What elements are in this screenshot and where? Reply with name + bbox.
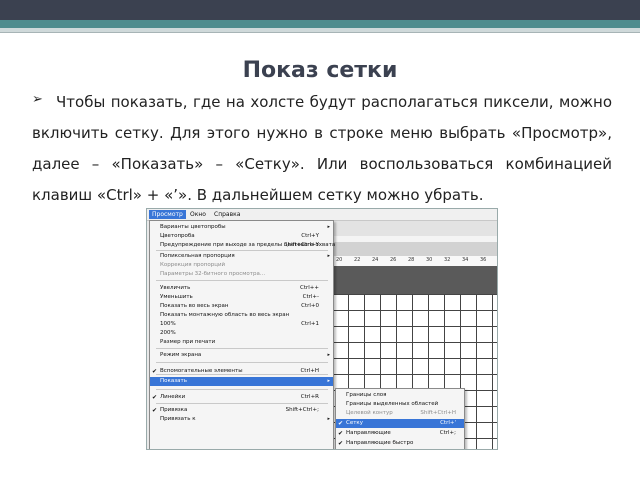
menu-item-label: Цветопроба xyxy=(160,233,195,239)
menu-item[interactable]: Режим экрана ▸ xyxy=(150,351,333,360)
menu-separator xyxy=(156,348,328,349)
menu-item[interactable]: Предупреждение при выходе за пределы цве… xyxy=(150,241,335,250)
menu-separator xyxy=(156,374,328,375)
menu-item-shortcut: Shift+Ctrl+H xyxy=(420,410,456,416)
menu-item-shortcut: Ctrl+- xyxy=(302,294,319,300)
menubar-item-window[interactable]: Окно xyxy=(187,210,209,219)
menu-item-label: Размер при печати xyxy=(160,339,216,345)
ruler-tick-label: 32 xyxy=(444,257,451,263)
checkmark-icon: ✔ xyxy=(338,440,344,447)
menu-item[interactable]: ✔ Направляющие Ctrl+; xyxy=(336,429,464,438)
menu-item-label: Попиксельная пропорция xyxy=(160,253,235,259)
menu-item[interactable]: Показать монтажную область во весь экран xyxy=(150,311,333,320)
menu-item[interactable]: Коррекция пропорций xyxy=(150,261,333,270)
photoshop-screenshot: 20 22 24 26 28 30 32 34 36 Просмотр Окно Справка… xyxy=(146,208,498,450)
menu-item-label: Сетку xyxy=(346,420,364,426)
ruler-tick-label: 34 xyxy=(462,257,469,263)
ruler-tick-label: 26 xyxy=(390,257,397,263)
checkmark-icon: ✔ xyxy=(152,394,158,401)
submenu-arrow-icon: ▸ xyxy=(327,378,330,384)
menu-item[interactable]: 100% Ctrl+1 xyxy=(150,320,333,329)
menu-item[interactable]: ✔ Сетку Ctrl+' xyxy=(336,419,464,428)
menu-separator xyxy=(156,389,328,390)
menu-item[interactable]: Варианты цветопробы ▸ xyxy=(150,223,333,232)
show-submenu: Границы слоя Границы выделенных областей Ц… xyxy=(335,388,465,449)
menu-item[interactable]: Уменьшить Ctrl+- xyxy=(150,293,333,302)
options-bar xyxy=(332,220,497,236)
menu-separator xyxy=(156,250,328,251)
checkmark-icon: ✔ xyxy=(338,430,344,437)
menu-separator xyxy=(156,280,328,281)
menu-item-label: Направляющие быстро xyxy=(346,440,414,446)
slide-paragraph: Чтобы показать, где на холсте будут расп… xyxy=(32,87,612,211)
menu-item-label: Границы слоя xyxy=(346,392,387,398)
menu-item-shortcut: Ctrl+0 xyxy=(301,303,319,309)
menu-item-shortcut: Shift+Ctrl+Y xyxy=(284,242,319,248)
top-dark-band xyxy=(0,0,640,20)
menu-item[interactable]: Целевой контур Shift+Ctrl+H xyxy=(336,409,464,418)
submenu-arrow-icon: ▸ xyxy=(327,224,330,230)
menu-item[interactable]: ✔ Линейки Ctrl+R xyxy=(150,393,333,402)
menu-item-shortcut: Ctrl+; xyxy=(439,430,456,436)
view-menu: Варианты цветопробы ▸ Цветопроба Ctrl+Y Пред… xyxy=(149,220,335,449)
menu-item-label: Параметры 32-битного просмотра... xyxy=(160,271,266,277)
menu-item-label: Привязать к xyxy=(160,416,196,422)
menu-item[interactable]: Увеличить Ctrl++ xyxy=(150,284,333,293)
menu-item-label: Линейки xyxy=(160,394,186,400)
top-frame-line xyxy=(0,32,640,41)
checkmark-icon: ✔ xyxy=(338,420,344,427)
menu-item[interactable]: Границы слоя xyxy=(336,391,464,400)
menu-item[interactable]: Привязать к ▸ xyxy=(150,415,333,424)
menu-item-label: 200% xyxy=(160,330,176,336)
menu-item-shortcut: Ctrl+R xyxy=(300,394,319,400)
menubar-item-view[interactable]: Просмотр xyxy=(149,210,186,219)
submenu-arrow-icon: ▸ xyxy=(327,352,330,358)
menubar-item-help[interactable]: Справка xyxy=(211,210,243,219)
menu-item-label: Показать монтажную область во весь экран xyxy=(160,312,290,318)
document-tab-strip xyxy=(332,242,497,256)
menu-item-label: Показать xyxy=(160,378,187,384)
menu-item[interactable]: Границы выделенных областей xyxy=(336,400,464,409)
menu-item-shortcut: Shift+Ctrl+; xyxy=(285,407,319,413)
submenu-arrow-icon: ▸ xyxy=(327,253,330,259)
menu-item[interactable]: Параметры 32-битного просмотра... xyxy=(150,270,333,279)
canvas-dark-area xyxy=(332,266,497,294)
menu-item-label: Привязка xyxy=(160,407,188,413)
ruler-tick-label: 22 xyxy=(354,257,361,263)
menu-item-label: Уменьшить xyxy=(160,294,193,300)
ruler-tick-label: 24 xyxy=(372,257,379,263)
menu-item[interactable]: Размер при печати xyxy=(150,338,333,347)
menu-item-shortcut: Ctrl+Y xyxy=(301,233,319,239)
menu-item[interactable]: 200% xyxy=(150,329,333,338)
menu-item[interactable]: Показать во весь экран Ctrl+0 xyxy=(150,302,333,311)
submenu-arrow-icon: ▸ xyxy=(327,416,330,422)
menu-separator xyxy=(156,403,328,404)
menu-item-shortcut: Ctrl+' xyxy=(440,420,456,426)
menu-item[interactable]: Попиксельная пропорция ▸ xyxy=(150,252,333,261)
menu-item-label: Границы выделенных областей xyxy=(346,401,439,407)
menu-separator xyxy=(156,362,328,363)
menu-item-label: 100% xyxy=(160,321,176,327)
checkmark-icon: ✔ xyxy=(152,407,158,414)
menu-item-label: Режим экрана xyxy=(160,352,202,358)
slide-title: Показ сетки xyxy=(242,58,398,83)
menu-item-label: Целевой контур xyxy=(346,410,393,416)
ruler-tick-label: 28 xyxy=(408,257,415,263)
menu-item-label: Коррекция пропорций xyxy=(160,262,226,268)
menu-item[interactable]: Показать ▸ xyxy=(150,377,333,386)
menu-item[interactable]: Цветопроба Ctrl+Y xyxy=(150,232,333,241)
ruler-tick-label: 20 xyxy=(336,257,343,263)
menu-item-shortcut: Ctrl++ xyxy=(299,285,319,291)
menu-item-label: Увеличить xyxy=(160,285,191,291)
menu-item-label: Показать во весь экран xyxy=(160,303,229,309)
paragraph-text: Чтобы показать, где на холсте будут расп… xyxy=(32,93,612,204)
top-teal-band xyxy=(0,20,640,28)
ruler-tick-label: 36 xyxy=(480,257,487,263)
menu-item-label: Варианты цветопробы xyxy=(160,224,226,230)
menu-item[interactable]: ✔ Привязка Shift+Ctrl+; xyxy=(150,406,333,415)
menu-item-label: Направляющие xyxy=(346,430,391,436)
menu-item-shortcut: Ctrl+1 xyxy=(301,321,319,327)
ruler-tick-label: 30 xyxy=(426,257,433,263)
menu-item[interactable]: ✔ Направляющие быстро xyxy=(336,439,464,448)
